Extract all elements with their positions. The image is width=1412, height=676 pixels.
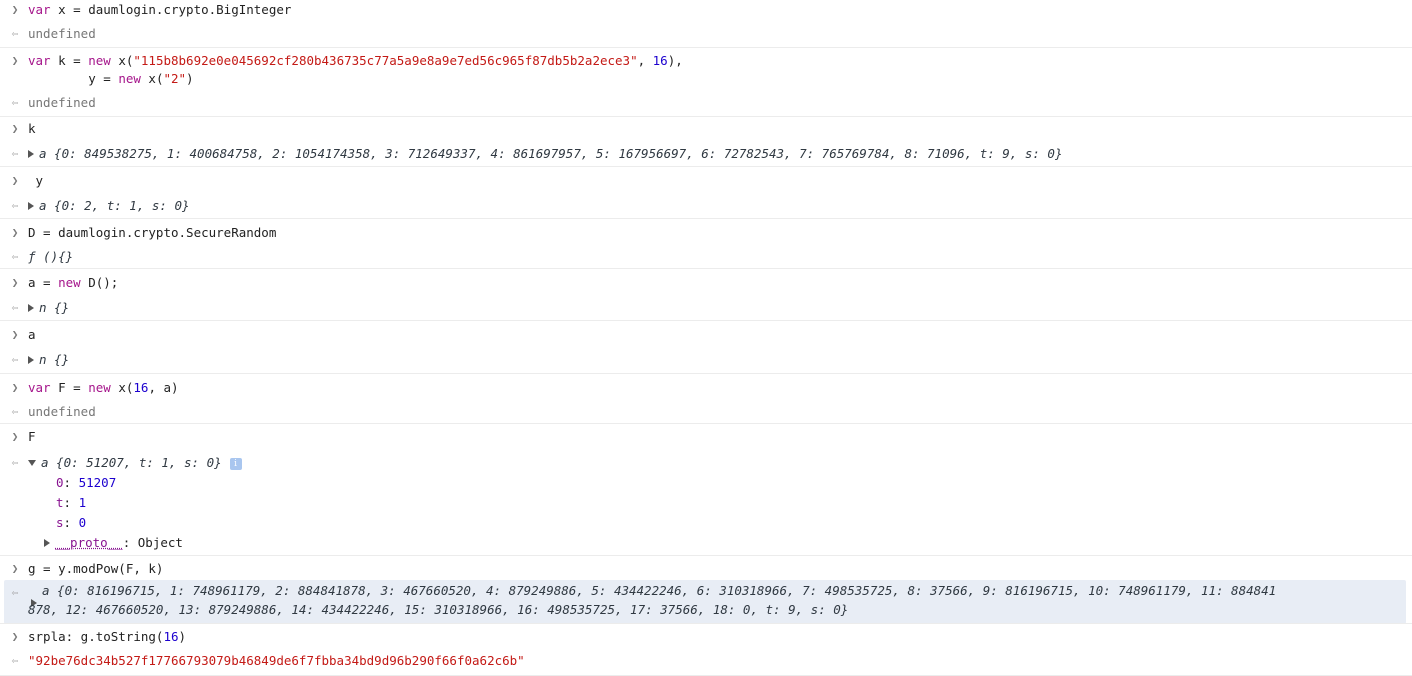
console-input[interactable]: a [28, 325, 36, 345]
object-preview-line1[interactable]: a {0: 816196715, 1: 748961179, 2: 884841… [42, 581, 1276, 601]
console-output: undefined [28, 95, 96, 110]
return-arrow-icon: ⇦ [11, 353, 19, 366]
object-preview-line2[interactable]: 878, 12: 467660520, 13: 879249886, 14: 4… [28, 600, 848, 620]
triangle-expand-icon[interactable] [28, 355, 34, 364]
console-entry: ❯ k ⇦ a {0: 849538275, 1: 400684758, 2: … [0, 116, 1412, 166]
return-arrow-icon: ⇦ [11, 654, 19, 667]
chevron-right-icon: ❯ [11, 630, 19, 643]
object-property: 0: 51207 [56, 475, 117, 490]
console-output: undefined [28, 404, 96, 419]
console-input[interactable]: y [28, 171, 44, 191]
return-arrow-icon: ⇦ [11, 27, 19, 40]
console-input[interactable]: g = y.modPow(F, k) [28, 559, 163, 579]
object-property: s: 0 [56, 515, 87, 530]
object-preview[interactable]: n {} [28, 298, 69, 318]
return-arrow-icon: ⇦ [11, 199, 19, 212]
return-arrow-icon: ⇦ [11, 456, 19, 469]
string-literal: "2" [163, 71, 187, 86]
object-preview[interactable]: a {0: 849538275, 1: 400684758, 2: 105417… [28, 144, 1063, 164]
chevron-right-icon: ❯ [11, 328, 19, 341]
console-entry: ❯ a ⇦ n {} [0, 320, 1412, 373]
console-entry: ❯ D = daumlogin.crypto.SecureRandom ⇦ ƒ … [0, 218, 1412, 268]
console-entry: ❯ a = new D(); ⇦ n {} [0, 268, 1412, 320]
chevron-right-icon: ❯ [11, 174, 19, 187]
chevron-right-icon: ❯ [11, 381, 19, 394]
console-input[interactable]: srpla: g.toString(16) [28, 627, 186, 647]
console-input[interactable]: a = new D(); [28, 273, 118, 293]
object-preview[interactable]: a {0: 2, t: 1, s: 0} [28, 196, 190, 216]
triangle-expand-icon[interactable] [44, 538, 50, 547]
number-literal: 16 [652, 53, 668, 68]
return-arrow-icon: ⇦ [11, 405, 19, 418]
triangle-expand-icon[interactable] [28, 149, 34, 158]
proto-property[interactable]: __proto__: Object [44, 533, 183, 553]
string-literal: "115b8b692e0e045692cf280b436735c77a5a9e8… [133, 53, 638, 68]
console-entry: ❯ var F = new x(16, a) ⇦ undefined [0, 373, 1412, 423]
triangle-expand-icon[interactable] [28, 303, 34, 312]
info-icon[interactable]: i [229, 457, 242, 470]
return-arrow-icon: ⇦ [11, 96, 19, 109]
console-entry: ❯ var k = new x("115b8b692e0e045692cf280… [0, 47, 1412, 116]
console-output: undefined [28, 26, 96, 41]
return-arrow-icon: ⇦ [11, 147, 19, 160]
console-entry: ❯ F ⇦ a {0: 51207, t: 1, s: 0} i 0: 51207… [0, 423, 1412, 555]
string-result[interactable]: "92be76dc34b527f17766793079b46849de6f7fb… [28, 651, 525, 671]
object-preview[interactable]: n {} [28, 350, 69, 370]
console-input[interactable]: var F = new x(16, a) [28, 378, 179, 398]
console-input[interactable]: var x = daumlogin.crypto.BigInteger [28, 0, 291, 20]
console-entry: ❯ g = y.modPow(F, k) ⇦ a {0: 816196715, … [0, 555, 1412, 624]
triangle-collapse-icon[interactable] [28, 459, 36, 466]
console-entry: ❯ y ⇦ a {0: 2, t: 1, s: 0} [0, 166, 1412, 218]
chevron-right-icon: ❯ [11, 3, 19, 16]
return-arrow-icon: ⇦ [11, 250, 19, 263]
console-input-continuation[interactable]: y = new x("2") [28, 69, 193, 89]
chevron-right-icon: ❯ [11, 226, 19, 239]
console-entry: ❯ srpla: g.toString(16) ⇦ "92be76dc34b52… [0, 623, 1412, 676]
chevron-right-icon: ❯ [11, 54, 19, 67]
chevron-right-icon: ❯ [11, 276, 19, 289]
chevron-right-icon: ❯ [11, 430, 19, 443]
object-property: t: 1 [56, 495, 87, 510]
console-input[interactable]: D = daumlogin.crypto.SecureRandom [28, 223, 276, 243]
console-entry: ❯ var x = daumlogin.crypto.BigInteger ⇦ … [0, 0, 1412, 47]
console-input[interactable]: k [28, 119, 36, 139]
console-input[interactable]: F [28, 427, 36, 447]
console-input[interactable]: var k = new x("115b8b692e0e045692cf280b4… [28, 51, 683, 71]
object-preview-expanded[interactable]: a {0: 51207, t: 1, s: 0} i [28, 453, 242, 473]
function-preview[interactable]: ƒ (){} [28, 247, 73, 267]
return-arrow-icon: ⇦ [11, 301, 19, 314]
return-arrow-icon: ⇦ [11, 586, 19, 599]
chevron-right-icon: ❯ [11, 122, 19, 135]
chevron-right-icon: ❯ [11, 562, 19, 575]
triangle-expand-icon[interactable] [28, 201, 34, 210]
